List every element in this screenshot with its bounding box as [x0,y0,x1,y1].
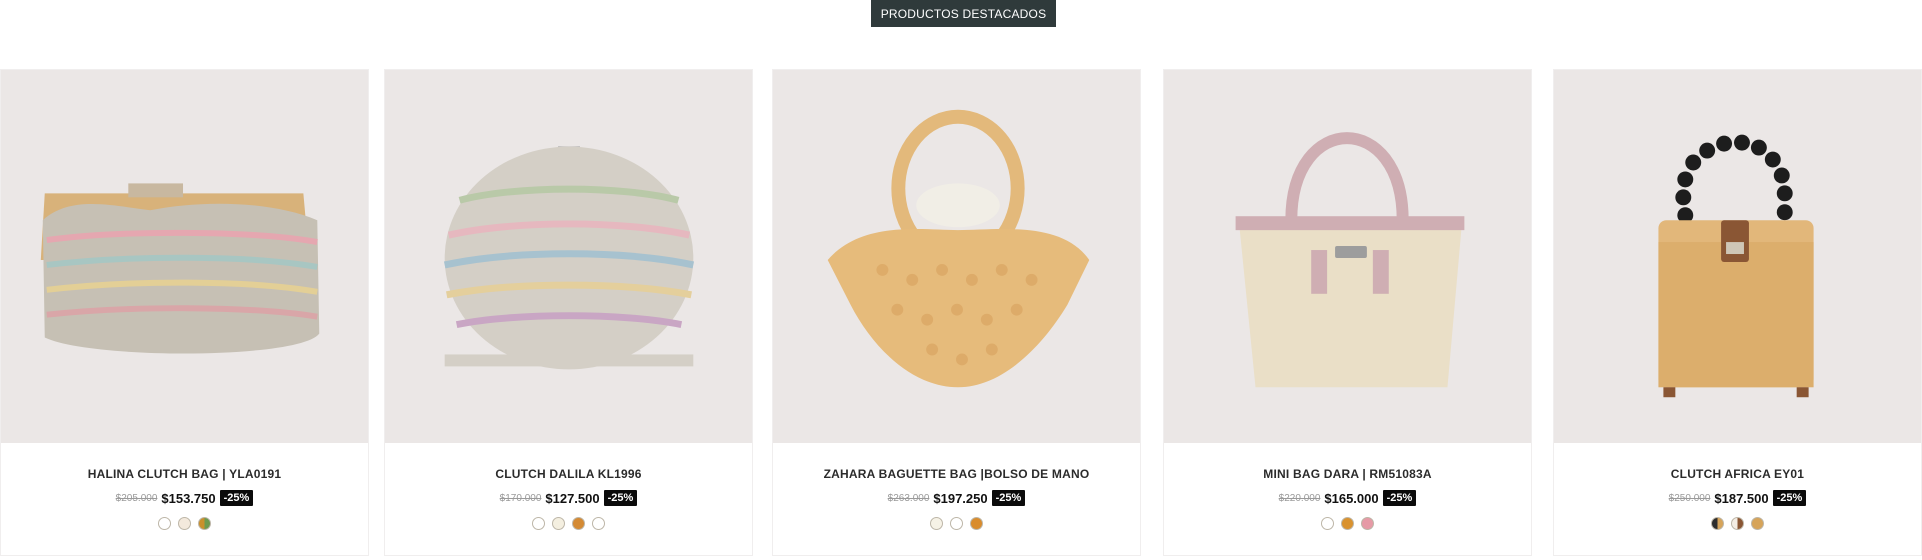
product-grid: HALINA CLUTCH BAG | YLA0191 $205.000 $15… [0,69,1922,556]
product-title[interactable]: MINI BAG DARA | RM51083A [1164,467,1531,481]
color-swatch[interactable] [930,517,943,530]
sale-price: $187.500 [1714,490,1769,506]
straw-tote-icon [1164,71,1531,442]
product-title[interactable]: HALINA CLUTCH BAG | YLA0191 [1,467,368,481]
sale-price: $197.250 [933,490,988,506]
color-swatch[interactable] [1731,517,1744,530]
color-swatch[interactable] [1361,517,1374,530]
color-swatch[interactable] [1751,517,1764,530]
section-title-badge: PRODUCTOS DESTACADOS [871,0,1056,27]
rattan-basket-bag-icon [1554,71,1921,442]
product-image[interactable] [773,70,1140,443]
color-swatch[interactable] [592,517,605,530]
old-price: $205.000 [115,492,158,504]
product-image[interactable] [1164,70,1531,443]
color-swatch[interactable] [1711,517,1724,530]
color-swatch[interactable] [970,517,983,530]
product-prices: $205.000 $153.750 -25% [1,490,368,506]
old-price: $170.000 [499,492,542,504]
round-woven-bag-icon [385,71,752,442]
product-image[interactable] [1554,70,1921,443]
product-prices: $170.000 $127.500 -25% [385,490,752,506]
old-price: $263.000 [887,492,930,504]
sale-price: $127.500 [545,490,600,506]
sale-price: $165.000 [1324,490,1379,506]
product-prices: $250.000 $187.500 -25% [1554,490,1921,506]
color-swatch[interactable] [552,517,565,530]
old-price: $220.000 [1278,492,1321,504]
color-swatches [773,517,1140,530]
product-card[interactable]: ZAHARA BAGUETTE BAG |BOLSO DE MANO $263.… [772,69,1141,556]
color-swatch[interactable] [532,517,545,530]
color-swatch[interactable] [158,517,171,530]
product-image[interactable] [1,70,368,443]
color-swatch[interactable] [1341,517,1354,530]
product-card[interactable]: MINI BAG DARA | RM51083A $220.000 $165.0… [1163,69,1532,556]
product-title[interactable]: CLUTCH DALILA KL1996 [385,467,752,481]
straw-clutch-icon [1,71,368,442]
product-prices: $263.000 $197.250 -25% [773,490,1140,506]
color-swatch[interactable] [572,517,585,530]
featured-products-page: PRODUCTOS DESTACADOS HALINA CLUTCH BAG |… [0,0,1922,560]
discount-badge: -25% [603,490,638,506]
beaded-bag-icon [773,71,1140,442]
product-card[interactable]: HALINA CLUTCH BAG | YLA0191 $205.000 $15… [0,69,369,556]
old-price: $250.000 [1668,492,1711,504]
discount-badge: -25% [1382,490,1417,506]
discount-badge: -25% [991,490,1026,506]
product-title[interactable]: CLUTCH AFRICA EY01 [1554,467,1921,481]
product-card[interactable]: CLUTCH DALILA KL1996 $170.000 $127.500 -… [384,69,753,556]
color-swatch[interactable] [178,517,191,530]
product-title[interactable]: ZAHARA BAGUETTE BAG |BOLSO DE MANO [773,467,1140,481]
color-swatch[interactable] [1321,517,1334,530]
product-prices: $220.000 $165.000 -25% [1164,490,1531,506]
color-swatches [385,517,752,530]
color-swatch[interactable] [950,517,963,530]
discount-badge: -25% [219,490,254,506]
color-swatches [1164,517,1531,530]
color-swatches [1,517,368,530]
sale-price: $153.750 [161,490,216,506]
product-card[interactable]: CLUTCH AFRICA EY01 $250.000 $187.500 -25… [1553,69,1922,556]
color-swatches [1554,517,1921,530]
color-swatch[interactable] [198,517,211,530]
product-image[interactable] [385,70,752,443]
discount-badge: -25% [1772,490,1807,506]
